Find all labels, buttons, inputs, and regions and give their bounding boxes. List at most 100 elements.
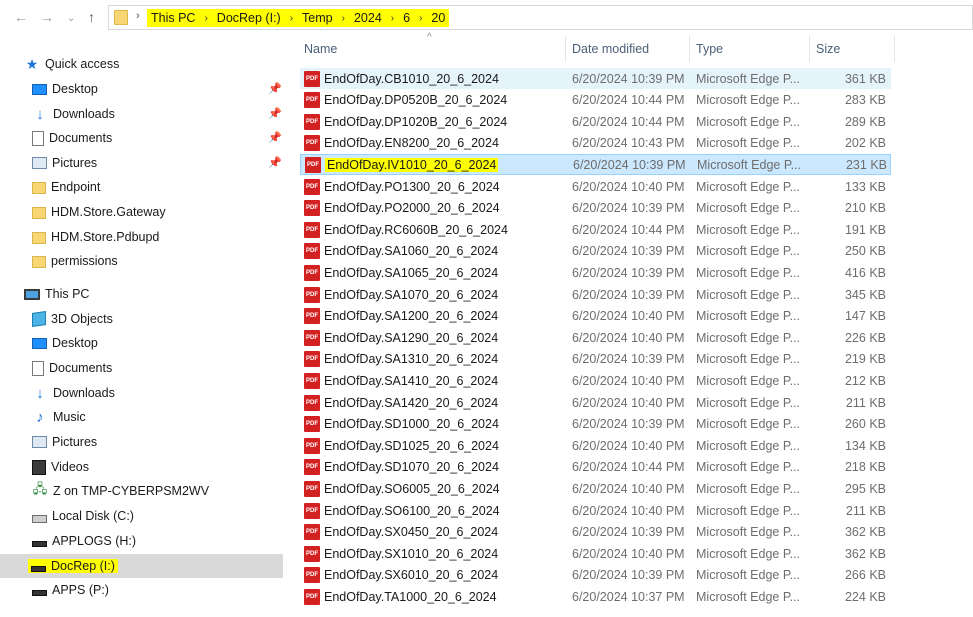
file-type: Microsoft Edge P... — [697, 157, 801, 172]
column-header-date-modified[interactable]: Date modified — [565, 36, 689, 62]
file-row[interactable]: PDF EndOfDay.SX1010_20_6_2024 6/20/2024 10… — [300, 543, 891, 564]
file-row[interactable]: PDF EndOfDay.CB1010_20_6_2024 6/20/2024 10… — [300, 68, 891, 89]
breadcrumb-separator[interactable]: › — [204, 13, 207, 24]
file-row[interactable]: PDF EndOfDay.RC6060B_20_6_2024 6/20/2024 1… — [300, 219, 891, 240]
file-date-modified: 6/20/2024 10:44 PM — [572, 460, 685, 475]
file-row[interactable]: PDF EndOfDay.IV1010_20_6_2024 6/20/2024 10… — [300, 154, 891, 176]
folder-icon — [32, 182, 46, 194]
breadcrumb-separator[interactable]: › — [290, 13, 293, 24]
sidebar-item-label: Endpoint — [51, 180, 101, 194]
breadcrumb-this-pc[interactable]: This PC — [151, 11, 195, 25]
breadcrumb-separator[interactable]: › — [342, 13, 345, 24]
sidebar-item-permissions[interactable]: permissions — [32, 250, 118, 272]
file-date-modified: 6/20/2024 10:40 PM — [572, 330, 685, 345]
sidebar-item-label: 3D Objects — [51, 312, 113, 326]
documents-icon — [32, 130, 44, 146]
pdf-file-icon: PDF — [304, 588, 320, 605]
breadcrumb-separator[interactable]: › — [391, 13, 394, 24]
sidebar-item-this-pc[interactable]: This PC — [24, 283, 89, 305]
pdf-file-icon: PDF — [304, 243, 320, 260]
file-size: 295 KB — [844, 481, 886, 496]
sidebar-item-applogs-h[interactable]: APPLOGS (H:) — [32, 530, 136, 552]
file-name: EndOfDay.SA1060_20_6_2024 — [324, 244, 499, 259]
sidebar-item-documents-pc[interactable]: Documents — [32, 357, 112, 379]
file-name: EndOfDay.SX0450_20_6_2024 — [324, 525, 499, 540]
pdf-file-icon: PDF — [304, 394, 320, 411]
column-header-type[interactable]: Type — [689, 36, 809, 62]
arrow-right-icon[interactable]: → — [40, 9, 54, 25]
file-row[interactable]: PDF EndOfDay.SA1290_20_6_2024 6/20/2024 10… — [300, 327, 891, 348]
sidebar-item-documents[interactable]: Documents — [32, 127, 112, 149]
sidebar-item-desktop[interactable]: Desktop — [32, 78, 98, 100]
sidebar-item-apps-p[interactable]: APPS (P:) — [32, 579, 109, 601]
breadcrumb-temp[interactable]: Temp — [302, 11, 333, 25]
sidebar-item-pictures-pc[interactable]: Pictures — [32, 431, 97, 453]
file-row[interactable]: PDF EndOfDay.SA1310_20_6_2024 6/20/2024 10… — [300, 349, 891, 370]
file-name: EndOfDay.SA1065_20_6_2024 — [324, 265, 499, 280]
file-row[interactable]: PDF EndOfDay.SA1065_20_6_2024 6/20/2024 10… — [300, 262, 891, 283]
column-header-size[interactable]: Size — [809, 36, 895, 62]
file-type: Microsoft Edge P... — [696, 244, 800, 259]
pin-icon[interactable]: 📌 — [268, 156, 282, 169]
file-row[interactable]: PDF EndOfDay.SD1000_20_6_2024 6/20/2024 10… — [300, 414, 891, 435]
breadcrumb-20[interactable]: 20 — [431, 11, 445, 25]
sidebar-item-downloads-pc[interactable]: ↓ Downloads — [32, 382, 115, 404]
file-row[interactable]: PDF EndOfDay.DP1020B_20_6_2024 6/20/2024 1… — [300, 111, 891, 132]
file-row[interactable]: PDF EndOfDay.SO6005_20_6_2024 6/20/2024 10… — [300, 478, 891, 499]
file-name: EndOfDay.SA1420_20_6_2024 — [324, 395, 499, 410]
file-row[interactable]: PDF EndOfDay.SX6010_20_6_2024 6/20/2024 10… — [300, 565, 891, 586]
pin-icon[interactable]: 📌 — [268, 131, 282, 144]
file-row[interactable]: PDF EndOfDay.TA1000_20_6_2024 6/20/2024 10… — [300, 586, 891, 607]
arrow-up-icon[interactable]: ↑ — [88, 9, 95, 25]
downloads-icon: ↓ — [36, 384, 44, 402]
breadcrumb-separator[interactable]: › — [419, 13, 422, 24]
file-row[interactable]: PDF EndOfDay.SO6100_20_6_2024 6/20/2024 10… — [300, 500, 891, 521]
file-row[interactable]: PDF EndOfDay.SA1060_20_6_2024 6/20/2024 10… — [300, 241, 891, 262]
file-date-modified: 6/20/2024 10:39 PM — [572, 568, 685, 583]
sidebar-item-videos[interactable]: Videos — [32, 456, 89, 478]
file-row[interactable]: PDF EndOfDay.SX0450_20_6_2024 6/20/2024 10… — [300, 522, 891, 543]
sidebar-item-downloads[interactable]: ↓ Downloads — [32, 103, 115, 125]
sidebar-item-pictures[interactable]: Pictures — [32, 152, 97, 174]
vertical-scrollbar[interactable] — [960, 36, 973, 617]
file-row[interactable]: PDF EndOfDay.SD1070_20_6_2024 6/20/2024 10… — [300, 457, 891, 478]
sidebar-item-docrep-i[interactable]: DocRep (I:) — [28, 555, 118, 577]
file-row[interactable]: PDF EndOfDay.EN8200_20_6_2024 6/20/2024 10… — [300, 133, 891, 154]
sidebar-item-hdm-store-pdbupd[interactable]: HDM.Store.Pdbupd — [32, 226, 159, 248]
sidebar-item-desktop-pc[interactable]: Desktop — [32, 332, 98, 354]
pin-icon[interactable]: 📌 — [268, 82, 282, 95]
file-size: 260 KB — [844, 417, 886, 432]
breadcrumb-docrep[interactable]: DocRep (I:) — [217, 11, 281, 25]
file-type: Microsoft Edge P... — [696, 93, 800, 108]
sidebar-item-quick-access[interactable]: ★ Quick access — [24, 53, 120, 75]
file-type: Microsoft Edge P... — [696, 71, 800, 86]
file-name: EndOfDay.PO2000_20_6_2024 — [324, 201, 500, 216]
file-row[interactable]: PDF EndOfDay.SA1070_20_6_2024 6/20/2024 10… — [300, 284, 891, 305]
breadcrumb-separator[interactable]: › — [136, 10, 140, 22]
sidebar-item-label: Music — [53, 410, 86, 424]
chevron-down-icon[interactable]: ⌄ — [67, 11, 75, 27]
column-header-name[interactable]: Name — [298, 36, 564, 62]
documents-icon — [32, 360, 44, 376]
folder-icon — [32, 256, 46, 268]
videos-icon — [32, 459, 46, 475]
file-row[interactable]: PDF EndOfDay.SD1025_20_6_2024 6/20/2024 10… — [300, 435, 891, 456]
file-row[interactable]: PDF EndOfDay.SA1420_20_6_2024 6/20/2024 10… — [300, 392, 891, 413]
sidebar-item-hdm-store-gateway[interactable]: HDM.Store.Gateway — [32, 201, 166, 223]
file-date-modified: 6/20/2024 10:40 PM — [572, 373, 685, 388]
sidebar-item-network-drive-z[interactable]: 🖧 Z on TMP-CYBERPSM2WV — [32, 480, 209, 502]
address-bar[interactable]: › This PC › DocRep (I:) › Temp › 2024 › … — [108, 5, 973, 30]
sidebar-item-endpoint[interactable]: Endpoint — [32, 176, 100, 198]
breadcrumb-6[interactable]: 6 — [403, 11, 410, 25]
sidebar-item-3d-objects[interactable]: 3D Objects — [32, 308, 113, 330]
sidebar-item-local-disk-c[interactable]: Local Disk (C:) — [32, 505, 134, 527]
arrow-left-icon[interactable]: ← — [14, 9, 28, 25]
file-row[interactable]: PDF EndOfDay.PO2000_20_6_2024 6/20/2024 10… — [300, 198, 891, 219]
sidebar-item-music[interactable]: ♪ Music — [32, 406, 86, 428]
pin-icon[interactable]: 📌 — [268, 107, 282, 120]
file-row[interactable]: PDF EndOfDay.PO1300_20_6_2024 6/20/2024 10… — [300, 176, 891, 197]
file-row[interactable]: PDF EndOfDay.SA1410_20_6_2024 6/20/2024 10… — [300, 370, 891, 391]
breadcrumb-2024[interactable]: 2024 — [354, 11, 382, 25]
file-row[interactable]: PDF EndOfDay.DP0520B_20_6_2024 6/20/2024 1… — [300, 90, 891, 111]
file-row[interactable]: PDF EndOfDay.SA1200_20_6_2024 6/20/2024 10… — [300, 306, 891, 327]
